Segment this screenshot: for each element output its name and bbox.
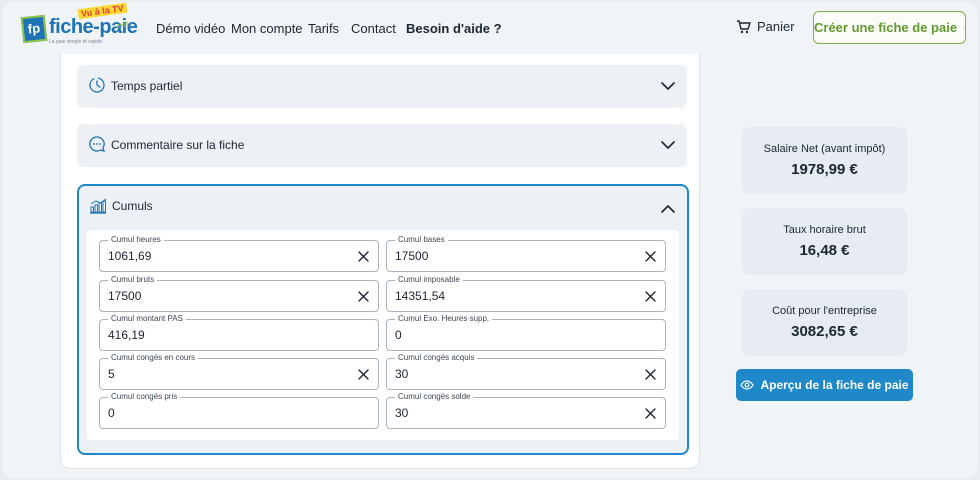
nav-contact[interactable]: Contact (351, 21, 396, 36)
nav-tarifs[interactable]: Tarifs (308, 21, 339, 36)
field-label: Cumul heures (108, 235, 164, 245)
chevron-up-icon[interactable] (661, 204, 675, 214)
cumul-montant-pas-input[interactable] (108, 328, 328, 342)
clear-icon[interactable] (358, 251, 369, 262)
cumuls-fields-panel: Cumul heures Cumul bases Cumul bruts Cum… (87, 230, 679, 440)
nav-besoin-aide[interactable]: Besoin d'aide ? (406, 21, 502, 36)
section-title: Cumuls (112, 199, 153, 213)
cumul-conges-pris-input[interactable] (108, 406, 328, 420)
nav-demo-video[interactable]: Démo vidéo (156, 21, 225, 36)
site-header: fp fiche-paie Vu à la TV .net La paie si… (2, 2, 978, 54)
app-frame: fp fiche-paie Vu à la TV .net La paie si… (2, 2, 978, 478)
cart-link[interactable]: Panier (736, 19, 795, 34)
summary-label: Coût pour l'entreprise (772, 305, 877, 317)
cumul-montant-pas-field[interactable]: Cumul montant PAS (99, 314, 379, 351)
clear-icon[interactable] (645, 251, 656, 262)
field-label: Cumul Exo. Heures supp. (395, 314, 493, 324)
section-temps-partiel[interactable]: Temps partiel (77, 65, 687, 108)
cumul-imposable-input[interactable] (395, 289, 615, 303)
create-payslip-label: Créer une fiche de paie (814, 20, 958, 35)
site-logo[interactable]: fp fiche-paie Vu à la TV .net La paie si… (20, 2, 144, 50)
clear-icon[interactable] (358, 291, 369, 302)
clock-icon (89, 77, 105, 93)
clear-icon[interactable] (645, 291, 656, 302)
field-label: Cumul montant PAS (108, 314, 186, 324)
summary-cout-entreprise: Coût pour l'entreprise 3082,65 € (742, 289, 907, 356)
field-label: Cumul imposable (395, 275, 463, 285)
section-cumuls: Cumuls Cumul heures Cumul bases Cumul br… (77, 184, 689, 455)
summary-value: 16,48 € (799, 242, 850, 259)
preview-payslip-button[interactable]: Aperçu de la fiche de paie (736, 369, 913, 401)
arrow-right-icon (963, 26, 965, 29)
cart-icon (737, 19, 751, 33)
payslip-form-card: Temps partiel Commentaire sur la fiche C… (60, 54, 700, 469)
clear-icon[interactable] (645, 369, 656, 380)
field-label: Cumul bruts (108, 275, 158, 285)
section-title: Commentaire sur la fiche (111, 138, 245, 152)
chevron-down-icon (661, 141, 675, 149)
cumul-conges-en-cours-field[interactable]: Cumul congés en cours (99, 353, 379, 390)
eye-icon (740, 380, 755, 390)
cumul-conges-acquis-field[interactable]: Cumul congés acquis (386, 353, 666, 390)
field-label: Cumul congés solde (395, 392, 474, 402)
cumul-conges-solde-input[interactable] (395, 406, 615, 420)
cumul-heures-field[interactable]: Cumul heures (99, 235, 379, 272)
cumul-bases-input[interactable] (395, 249, 615, 263)
cumul-conges-solde-field[interactable]: Cumul congés solde (386, 392, 666, 429)
cumul-conges-acquis-input[interactable] (395, 367, 615, 381)
cart-label: Panier (757, 19, 795, 34)
bar-chart-icon (90, 198, 107, 214)
field-label: Cumul bases (395, 235, 448, 245)
cumul-conges-en-cours-input[interactable] (108, 367, 328, 381)
cumul-bruts-input[interactable] (108, 289, 328, 303)
cumul-imposable-field[interactable]: Cumul imposable (386, 275, 666, 312)
field-label: Cumul congés en cours (108, 353, 199, 363)
cumul-bruts-field[interactable]: Cumul bruts (99, 275, 379, 312)
cumul-conges-pris-field[interactable]: Cumul congés pris (99, 392, 379, 429)
summary-taux-horaire: Taux horaire brut 16,48 € (742, 208, 907, 275)
cumul-bases-field[interactable]: Cumul bases (386, 235, 666, 272)
cumul-exo-heures-supp-field[interactable]: Cumul Exo. Heures supp. (386, 314, 666, 351)
chat-bubble-icon (89, 136, 105, 152)
summary-salaire-net: Salaire Net (avant impôt) 1978,99 € (742, 127, 907, 194)
field-label: Cumul congés acquis (395, 353, 478, 363)
summary-label: Salaire Net (avant impôt) (763, 143, 886, 155)
section-commentaire[interactable]: Commentaire sur la fiche (77, 124, 687, 167)
logo-mark: fp (20, 14, 48, 44)
summary-value: 1978,99 € (791, 161, 858, 178)
clear-icon[interactable] (645, 408, 656, 419)
preview-label: Aperçu de la fiche de paie (760, 378, 909, 392)
summary-label: Taux horaire brut (783, 224, 866, 236)
logo-tagline: La paie simple et rapide (49, 39, 103, 45)
cumul-heures-input[interactable] (108, 249, 328, 263)
summary-value: 3082,65 € (791, 323, 858, 340)
field-label: Cumul congés pris (108, 392, 181, 402)
cumul-exo-heures-supp-input[interactable] (395, 328, 615, 342)
chevron-down-icon (661, 82, 675, 90)
nav-mon-compte[interactable]: Mon compte (231, 21, 303, 36)
clear-icon[interactable] (358, 369, 369, 380)
section-title: Temps partiel (111, 79, 183, 93)
create-payslip-button[interactable]: Créer une fiche de paie (813, 11, 966, 44)
